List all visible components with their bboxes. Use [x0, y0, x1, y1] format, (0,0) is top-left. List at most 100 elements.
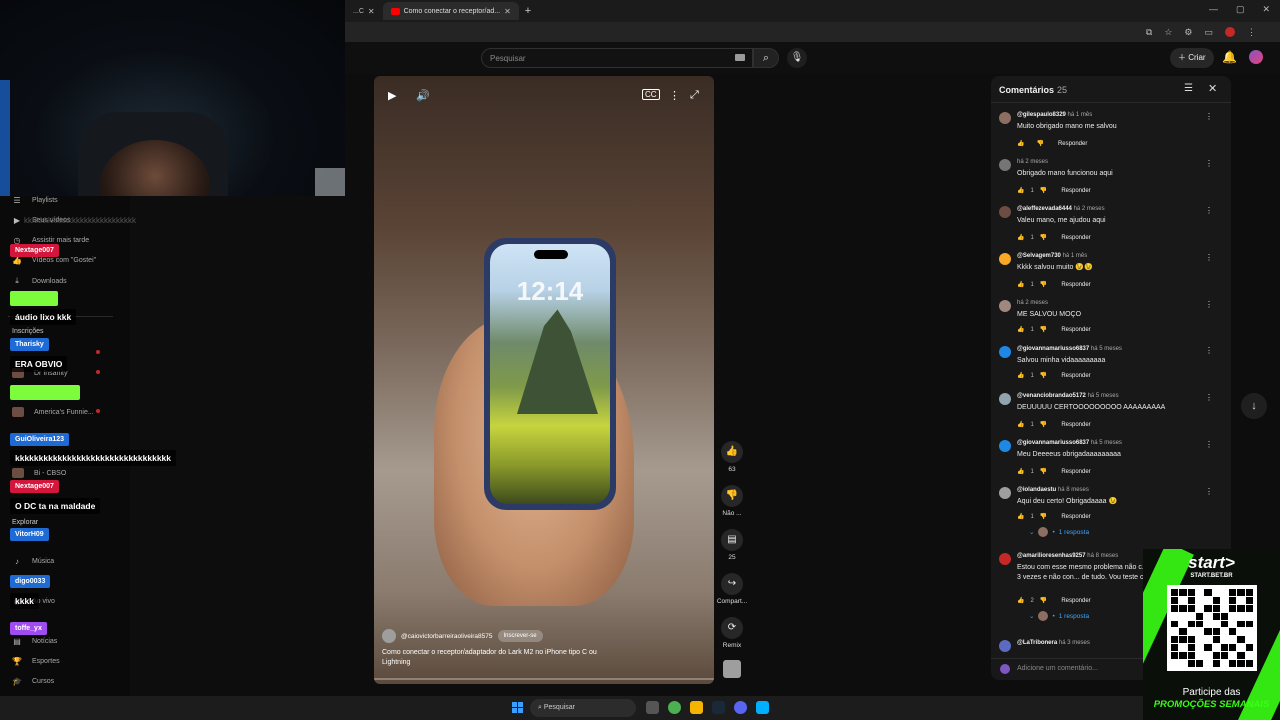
extensions-icon[interactable]: ⚙: [1184, 27, 1192, 38]
sidebar-item-downloads[interactable]: ⤓ Downloads: [12, 276, 66, 286]
avatar[interactable]: [999, 640, 1011, 652]
discord-icon[interactable]: [734, 701, 747, 714]
dislike-icon[interactable]: 👎: [1040, 326, 1047, 333]
more-options-icon[interactable]: ⋮: [1205, 300, 1213, 309]
sort-icon[interactable]: ☰: [1184, 83, 1193, 94]
sidebar-item-music[interactable]: ♪ Música: [12, 557, 54, 566]
like-button[interactable]: 👍 63: [713, 441, 751, 473]
sidebar-item-news[interactable]: ▤ Notícias: [12, 637, 57, 646]
sidebar-item-liked-videos[interactable]: 👍 Vídeos com "Gostei": [12, 256, 96, 265]
comments-button[interactable]: ▤ 25: [713, 529, 751, 561]
like-icon[interactable]: 👍: [1017, 421, 1024, 428]
like-icon[interactable]: 👍: [1017, 597, 1024, 604]
comment-time[interactable]: há 8 meses: [1087, 553, 1118, 559]
sidebar-item-sports[interactable]: 🏆 Esportes: [12, 657, 60, 666]
like-icon[interactable]: 👍: [1017, 513, 1024, 520]
create-button[interactable]: ＋ Criar: [1170, 48, 1214, 68]
task-view-icon[interactable]: [646, 701, 659, 714]
comment-author[interactable]: @Selvagem730: [1017, 253, 1061, 259]
comment-author[interactable]: @venanciobrandao5172: [1017, 393, 1086, 399]
remix-button[interactable]: ⟳ Remix: [713, 617, 751, 649]
browser-menu-icon[interactable]: ⋮: [1247, 27, 1256, 38]
like-icon[interactable]: 👍: [1017, 372, 1024, 379]
arrow-down-icon[interactable]: ↓: [1241, 393, 1267, 419]
avatar[interactable]: [999, 112, 1011, 124]
more-options-icon[interactable]: ⋮: [1205, 487, 1213, 496]
reply-button[interactable]: Responder: [1061, 327, 1090, 333]
comment-author[interactable]: @iolandaestu: [1017, 487, 1056, 493]
steam-icon[interactable]: [712, 701, 725, 714]
comment-author[interactable]: @amarilioresenhas9257: [1017, 553, 1086, 559]
shorts-player[interactable]: 12:14 ▶ 🔊 CC ⋮ ⤢ @caiovictorbarreiraoliv…: [374, 76, 714, 684]
account-avatar[interactable]: [1249, 50, 1263, 64]
comment-time[interactable]: há 2 meses: [1074, 206, 1105, 212]
reply-button[interactable]: Responder: [1061, 598, 1090, 604]
avatar[interactable]: [999, 159, 1011, 171]
volume-icon[interactable]: 🔊: [416, 89, 430, 102]
avatar[interactable]: [999, 440, 1011, 452]
comment-time[interactable]: há 2 meses: [1017, 300, 1048, 306]
like-icon[interactable]: 👍: [1017, 468, 1024, 475]
bookmark-star-icon[interactable]: ☆: [1164, 27, 1172, 38]
avatar[interactable]: [999, 206, 1011, 218]
reply-button[interactable]: Responder: [1061, 235, 1090, 241]
more-options-icon[interactable]: ⋮: [1205, 393, 1213, 402]
dislike-icon[interactable]: 👎: [1040, 234, 1047, 241]
reply-button[interactable]: Responder: [1061, 373, 1090, 379]
search-button[interactable]: ⌕: [753, 48, 779, 68]
comment-time[interactable]: há 3 meses: [1059, 640, 1090, 646]
avatar[interactable]: [999, 253, 1011, 265]
progress-bar[interactable]: [374, 678, 714, 680]
folder-icon[interactable]: [690, 701, 703, 714]
reply-button[interactable]: Responder: [1061, 469, 1090, 475]
comment-author[interactable]: @LaTribonera: [1017, 640, 1057, 646]
dislike-icon[interactable]: 👎: [1036, 140, 1043, 147]
like-icon[interactable]: 👍: [1017, 140, 1024, 147]
captions-icon[interactable]: CC: [642, 89, 660, 100]
sidebar-channel[interactable]: Bi - CBSO: [12, 468, 66, 478]
channel-avatar[interactable]: [382, 629, 396, 643]
minimize-button[interactable]: —: [1209, 4, 1218, 15]
comment-author[interactable]: @aleffezevada6444: [1017, 206, 1072, 212]
close-tab-icon[interactable]: ✕: [368, 7, 375, 16]
subscriptions-heading[interactable]: Inscrições: [12, 328, 44, 335]
browser-tab-active[interactable]: Como conectar o receptor/ad... ✕: [382, 2, 519, 20]
play-icon[interactable]: ▶: [388, 89, 396, 102]
dislike-icon[interactable]: 👎: [1040, 421, 1047, 428]
like-icon[interactable]: 👍: [1017, 281, 1024, 288]
comment-time[interactable]: há 5 meses: [1088, 393, 1119, 399]
reply-button[interactable]: Responder: [1061, 422, 1090, 428]
comment-time[interactable]: há 1 mês: [1068, 112, 1093, 118]
more-options-icon[interactable]: ⋮: [1205, 159, 1213, 168]
sidebar-channel[interactable]: America's Funnie...: [12, 407, 94, 417]
dislike-icon[interactable]: 👎: [1040, 187, 1047, 194]
more-options-icon[interactable]: ⋮: [1205, 253, 1213, 262]
comment-author[interactable]: @giovannamariusso6837: [1017, 346, 1089, 352]
more-options-icon[interactable]: ⋮: [1205, 112, 1213, 121]
close-window-button[interactable]: ✕: [1262, 4, 1270, 15]
dislike-button[interactable]: 👎 Não ...: [713, 485, 751, 517]
more-options-icon[interactable]: ⋮: [1205, 346, 1213, 355]
reply-button[interactable]: Responder: [1061, 282, 1090, 288]
comment-time[interactable]: há 1 mês: [1063, 253, 1088, 259]
more-options-icon[interactable]: ⋮: [1205, 206, 1213, 215]
maximize-button[interactable]: ▢: [1236, 4, 1245, 15]
comment-author[interactable]: @giovannamariusso6837: [1017, 440, 1089, 446]
like-icon[interactable]: 👍: [1017, 234, 1024, 241]
reply-button[interactable]: Responder: [1061, 514, 1090, 520]
sidebar-item-playlists[interactable]: ☰ Playlists: [12, 196, 57, 205]
audio-thumbnail[interactable]: [723, 660, 741, 678]
reply-button[interactable]: Responder: [1061, 188, 1090, 194]
subscribe-button[interactable]: Inscrever-se: [497, 630, 543, 642]
comment-author[interactable]: @gilespaulo8329: [1017, 112, 1066, 118]
comment-time[interactable]: há 5 meses: [1091, 440, 1122, 446]
keyboard-icon[interactable]: [735, 54, 745, 61]
install-icon[interactable]: ⧉: [1146, 27, 1152, 38]
view-replies-button[interactable]: ⌄ • 1 resposta: [1029, 611, 1089, 621]
avatar[interactable]: [999, 487, 1011, 499]
app-icon[interactable]: [756, 701, 769, 714]
like-icon[interactable]: 👍: [1017, 187, 1024, 194]
close-tab-icon[interactable]: ✕: [504, 7, 511, 16]
browser-tab[interactable]: ...C ✕: [345, 2, 383, 20]
close-icon[interactable]: ✕: [1208, 82, 1217, 95]
